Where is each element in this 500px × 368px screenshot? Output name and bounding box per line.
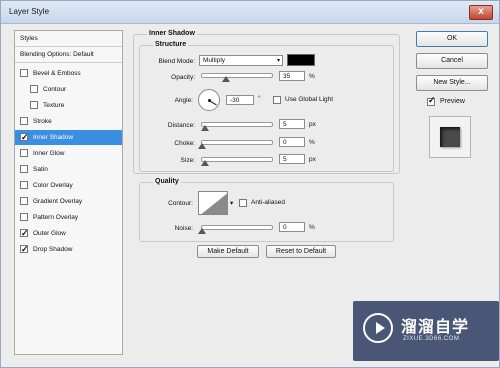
angle-unit: ° [258,95,261,102]
size-slider-thumb[interactable] [201,160,209,166]
angle-dial[interactable] [198,89,220,111]
blend-mode-label: Blend Mode: [158,58,196,65]
opacity-input[interactable]: 35 [279,71,305,81]
distance-input[interactable]: 5 [279,119,305,129]
distance-slider-thumb[interactable] [201,125,209,131]
blend-mode-select[interactable]: Multiply ▾ [199,55,283,66]
structure-legend: Structure [153,41,189,48]
style-item-pattern-overlay[interactable]: Pattern Overlay [15,210,122,225]
style-item-satin[interactable]: Satin [15,162,122,177]
distance-slider[interactable] [201,122,273,131]
style-item-stroke[interactable]: Stroke [15,114,122,129]
noise-slider[interactable] [198,225,273,234]
opacity-slider-thumb[interactable] [222,76,230,82]
noise-unit: % [309,224,315,231]
choke-label: Choke: [174,140,195,147]
title-bar: Layer Style x [1,1,499,24]
panel-title: Inner Shadow [147,30,197,37]
bevel-emboss-checkbox[interactable] [20,69,28,77]
noise-slider-thumb[interactable] [198,228,206,234]
preview-checkbox[interactable] [427,95,436,106]
style-item-bevel-emboss[interactable]: Bevel & Emboss [15,66,122,81]
contour-dropdown-icon[interactable]: ▾ [230,199,233,207]
anti-aliased-checkbox[interactable] [239,199,247,207]
quality-legend: Quality [153,178,181,185]
contour-label: Contour: [168,200,193,207]
watermark: 溜溜自学 ZIXUE.3D66.COM [353,301,499,361]
cancel-button[interactable]: Cancel [416,53,488,69]
distance-unit: px [309,121,316,128]
choke-slider[interactable] [198,140,273,149]
texture-checkbox[interactable] [30,101,38,109]
play-icon [376,322,385,334]
outer-glow-checkbox[interactable] [20,226,29,241]
inner-shadow-checkbox[interactable] [20,130,29,145]
layer-style-dialog: Layer Style x Styles Blending Options: D… [0,0,500,368]
size-slider[interactable] [201,157,273,166]
styles-header[interactable]: Styles [15,31,122,47]
contour-curve-icon [201,193,227,214]
blending-options-item[interactable]: Blending Options: Default [15,47,122,63]
opacity-slider[interactable] [201,73,273,82]
distance-label: Distance: [167,122,195,129]
size-input[interactable]: 5 [279,154,305,164]
style-item-drop-shadow[interactable]: Drop Shadow [15,242,122,257]
size-unit: px [309,156,316,163]
close-button[interactable]: x [469,5,493,20]
chevron-down-icon: ▾ [276,58,280,64]
preview-label: Preview [440,98,465,105]
style-item-inner-glow[interactable]: Inner Glow [15,146,122,161]
pattern-overlay-checkbox[interactable] [20,213,28,221]
style-item-color-overlay[interactable]: Color Overlay [15,178,122,193]
watermark-title: 溜溜自学 [401,319,470,336]
watermark-url: ZIXUE.3D66.COM [403,336,460,342]
shadow-color-swatch[interactable] [287,54,315,66]
choke-slider-thumb[interactable] [198,143,206,149]
satin-checkbox[interactable] [20,165,28,173]
inner-glow-checkbox[interactable] [20,149,28,157]
reset-to-default-button[interactable]: Reset to Default [266,245,336,258]
style-item-gradient-overlay[interactable]: Gradient Overlay [15,194,122,209]
styles-list: Styles Blending Options: Default Bevel &… [14,30,123,355]
make-default-button[interactable]: Make Default [197,245,259,258]
opacity-unit: % [309,73,315,80]
noise-input[interactable]: 0 [279,222,305,232]
use-global-light-label: Use Global Light [285,96,334,103]
angle-label: Angle: [174,97,193,104]
anti-aliased-label: Anti-aliased [251,199,285,206]
size-label: Size: [180,157,195,164]
opacity-label: Opacity: [171,74,195,81]
noise-label: Noise: [174,225,193,232]
angle-input[interactable]: -30 [226,95,254,105]
style-item-texture[interactable]: Texture [15,98,122,113]
ok-button[interactable]: OK [416,31,488,47]
use-global-light-checkbox[interactable] [273,96,281,104]
style-item-outer-glow[interactable]: Outer Glow [15,226,122,241]
color-overlay-checkbox[interactable] [20,181,28,189]
contour-checkbox[interactable] [30,85,38,93]
style-preview-thumbnail [429,116,471,158]
window-title: Layer Style [9,7,50,16]
gradient-overlay-checkbox[interactable] [20,197,28,205]
choke-input[interactable]: 0 [279,137,305,147]
drop-shadow-checkbox[interactable] [20,242,29,257]
style-item-inner-shadow[interactable]: Inner Shadow [15,130,122,145]
quality-group [139,182,394,242]
watermark-logo-icon [363,313,393,343]
stroke-checkbox[interactable] [20,117,28,125]
choke-unit: % [309,139,315,146]
contour-picker[interactable] [198,191,228,215]
style-item-contour[interactable]: Contour [15,82,122,97]
new-style-button[interactable]: New Style... [416,75,488,91]
